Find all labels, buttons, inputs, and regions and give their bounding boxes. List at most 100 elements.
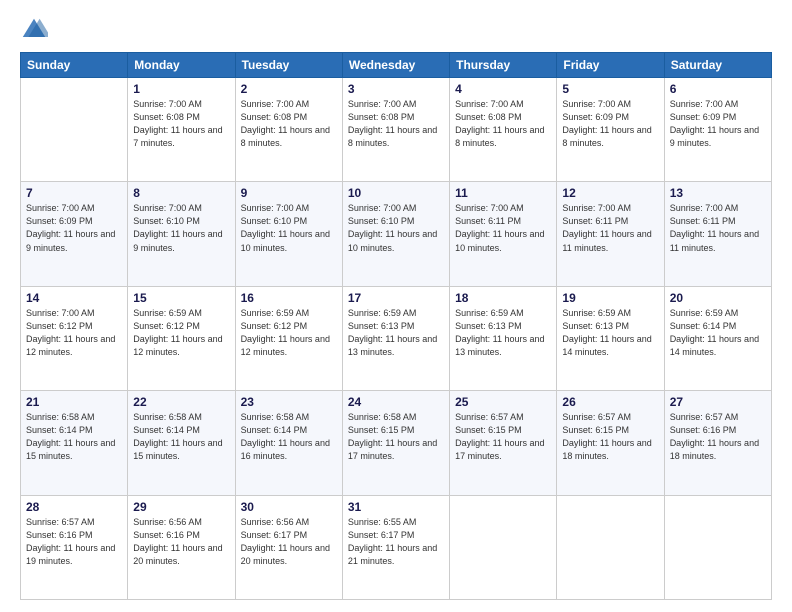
week-row-5: 28 Sunrise: 6:57 AMSunset: 6:16 PMDayligh… [21,495,772,599]
calendar-cell: 15 Sunrise: 6:59 AMSunset: 6:12 PMDayligh… [128,286,235,390]
day-number: 1 [133,82,229,96]
calendar-cell: 10Sunrise: 7:00 AMSunset: 6:10 PMDayligh… [342,182,449,286]
day-number: 10 [348,186,444,200]
day-info: Sunrise: 6:59 AMSunset: 6:12 PMDaylight:… [241,307,337,359]
day-info: Sunrise: 7:00 AMSunset: 6:09 PMDaylight:… [26,202,122,254]
calendar-header-row: SundayMondayTuesdayWednesdayThursdayFrid… [21,53,772,78]
calendar-cell: 29 Sunrise: 6:56 AMSunset: 6:16 PMDayligh… [128,495,235,599]
day-number: 5 [562,82,658,96]
calendar-cell: 26 Sunrise: 6:57 AMSunset: 6:15 PMDayligh… [557,391,664,495]
day-info: Sunrise: 6:57 AMSunset: 6:15 PMDaylight:… [562,411,658,463]
calendar-cell: 21 Sunrise: 6:58 AMSunset: 6:14 PMDayligh… [21,391,128,495]
calendar-cell: 7 Sunrise: 7:00 AMSunset: 6:09 PMDaylight… [21,182,128,286]
calendar-cell: 2 Sunrise: 7:00 AMSunset: 6:08 PMDaylight… [235,78,342,182]
calendar-cell: 8 Sunrise: 7:00 AMSunset: 6:10 PMDaylight… [128,182,235,286]
calendar-cell: 5 Sunrise: 7:00 AMSunset: 6:09 PMDaylight… [557,78,664,182]
day-number: 23 [241,395,337,409]
calendar-cell: 19Sunrise: 6:59 AMSunset: 6:13 PMDayligh… [557,286,664,390]
calendar-cell: 4 Sunrise: 7:00 AMSunset: 6:08 PMDaylight… [450,78,557,182]
day-number: 21 [26,395,122,409]
calendar-cell: 17 Sunrise: 6:59 AMSunset: 6:13 PMDayligh… [342,286,449,390]
day-number: 16 [241,291,337,305]
day-number: 22 [133,395,229,409]
day-info: Sunrise: 6:59 AMSunset: 6:12 PMDaylight:… [133,307,229,359]
calendar-cell: 14 Sunrise: 7:00 AMSunset: 6:12 PMDayligh… [21,286,128,390]
calendar-cell: 25Sunrise: 6:57 AMSunset: 6:15 PMDayligh… [450,391,557,495]
day-header-sunday: Sunday [21,53,128,78]
calendar-table: SundayMondayTuesdayWednesdayThursdayFrid… [20,52,772,600]
day-number: 26 [562,395,658,409]
day-header-tuesday: Tuesday [235,53,342,78]
day-number: 18 [455,291,551,305]
day-info: Sunrise: 7:00 AMSunset: 6:08 PMDaylight:… [455,98,551,150]
day-info: Sunrise: 7:00 AMSunset: 6:09 PMDaylight:… [670,98,766,150]
day-info: Sunrise: 6:58 AMSunset: 6:15 PMDaylight:… [348,411,444,463]
day-number: 3 [348,82,444,96]
day-number: 14 [26,291,122,305]
day-header-thursday: Thursday [450,53,557,78]
day-number: 13 [670,186,766,200]
week-row-1: 1 Sunrise: 7:00 AMSunset: 6:08 PMDaylight… [21,78,772,182]
day-info: Sunrise: 6:55 AMSunset: 6:17 PMDaylight:… [348,516,444,568]
calendar-cell: 24 Sunrise: 6:58 AMSunset: 6:15 PMDayligh… [342,391,449,495]
day-info: Sunrise: 6:58 AMSunset: 6:14 PMDaylight:… [133,411,229,463]
day-number: 7 [26,186,122,200]
day-info: Sunrise: 7:00 AMSunset: 6:08 PMDaylight:… [133,98,229,150]
day-info: Sunrise: 7:00 AMSunset: 6:12 PMDaylight:… [26,307,122,359]
day-info: Sunrise: 7:00 AMSunset: 6:11 PMDaylight:… [455,202,551,254]
day-info: Sunrise: 6:59 AMSunset: 6:14 PMDaylight:… [670,307,766,359]
day-header-friday: Friday [557,53,664,78]
day-info: Sunrise: 7:00 AMSunset: 6:09 PMDaylight:… [562,98,658,150]
day-number: 9 [241,186,337,200]
calendar-cell: 1 Sunrise: 7:00 AMSunset: 6:08 PMDaylight… [128,78,235,182]
day-info: Sunrise: 7:00 AMSunset: 6:11 PMDaylight:… [670,202,766,254]
day-info: Sunrise: 7:00 AMSunset: 6:11 PMDaylight:… [562,202,658,254]
calendar-cell: 22 Sunrise: 6:58 AMSunset: 6:14 PMDayligh… [128,391,235,495]
day-info: Sunrise: 6:58 AMSunset: 6:14 PMDaylight:… [241,411,337,463]
day-info: Sunrise: 6:56 AMSunset: 6:16 PMDaylight:… [133,516,229,568]
day-info: Sunrise: 6:57 AMSunset: 6:16 PMDaylight:… [26,516,122,568]
week-row-4: 21 Sunrise: 6:58 AMSunset: 6:14 PMDayligh… [21,391,772,495]
calendar-cell: 6 Sunrise: 7:00 AMSunset: 6:09 PMDaylight… [664,78,771,182]
day-info: Sunrise: 7:00 AMSunset: 6:08 PMDaylight:… [241,98,337,150]
calendar-cell [557,495,664,599]
day-info: Sunrise: 6:59 AMSunset: 6:13 PMDaylight:… [455,307,551,359]
calendar-cell: 31Sunrise: 6:55 AMSunset: 6:17 PMDayligh… [342,495,449,599]
day-number: 8 [133,186,229,200]
calendar-cell: 18 Sunrise: 6:59 AMSunset: 6:13 PMDayligh… [450,286,557,390]
day-number: 29 [133,500,229,514]
day-header-saturday: Saturday [664,53,771,78]
calendar-cell [664,495,771,599]
week-row-3: 14 Sunrise: 7:00 AMSunset: 6:12 PMDayligh… [21,286,772,390]
calendar-cell: 23 Sunrise: 6:58 AMSunset: 6:14 PMDayligh… [235,391,342,495]
day-info: Sunrise: 6:59 AMSunset: 6:13 PMDaylight:… [348,307,444,359]
calendar-cell: 16 Sunrise: 6:59 AMSunset: 6:12 PMDayligh… [235,286,342,390]
calendar-cell: 20 Sunrise: 6:59 AMSunset: 6:14 PMDayligh… [664,286,771,390]
day-number: 24 [348,395,444,409]
calendar-cell: 11Sunrise: 7:00 AMSunset: 6:11 PMDayligh… [450,182,557,286]
day-info: Sunrise: 6:58 AMSunset: 6:14 PMDaylight:… [26,411,122,463]
calendar-cell: 9Sunrise: 7:00 AMSunset: 6:10 PMDaylight… [235,182,342,286]
day-info: Sunrise: 7:00 AMSunset: 6:08 PMDaylight:… [348,98,444,150]
day-number: 4 [455,82,551,96]
day-number: 19 [562,291,658,305]
header [20,16,772,44]
day-number: 17 [348,291,444,305]
day-number: 25 [455,395,551,409]
calendar-cell: 12 Sunrise: 7:00 AMSunset: 6:11 PMDayligh… [557,182,664,286]
day-number: 6 [670,82,766,96]
day-number: 2 [241,82,337,96]
logo-icon [20,16,48,44]
day-number: 15 [133,291,229,305]
day-header-wednesday: Wednesday [342,53,449,78]
day-number: 28 [26,500,122,514]
day-number: 12 [562,186,658,200]
day-info: Sunrise: 7:00 AMSunset: 6:10 PMDaylight:… [133,202,229,254]
page: SundayMondayTuesdayWednesdayThursdayFrid… [0,0,792,612]
day-header-monday: Monday [128,53,235,78]
calendar-cell: 30Sunrise: 6:56 AMSunset: 6:17 PMDayligh… [235,495,342,599]
week-row-2: 7 Sunrise: 7:00 AMSunset: 6:09 PMDaylight… [21,182,772,286]
calendar-cell [450,495,557,599]
day-number: 20 [670,291,766,305]
day-info: Sunrise: 6:57 AMSunset: 6:16 PMDaylight:… [670,411,766,463]
